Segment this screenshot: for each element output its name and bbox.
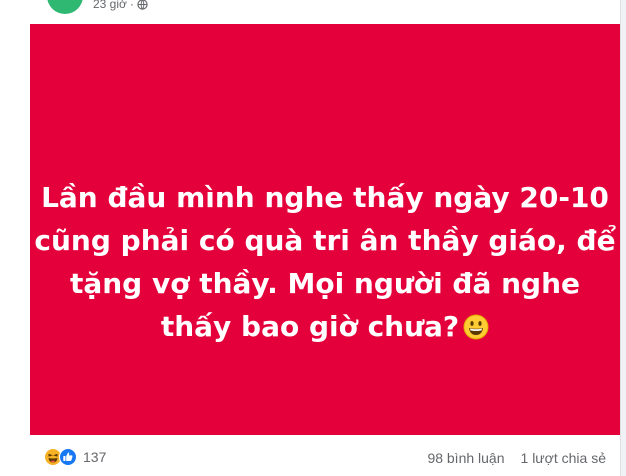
post-text-line: tặng vợ thầy. Mọi người đã nghe xyxy=(69,267,581,300)
post-meta: 23 giờ · xyxy=(93,0,148,11)
comment-count-link[interactable]: 98 bình luận xyxy=(427,450,504,466)
post-card: 23 giờ · Lần đầu mình nghe thấy ngày 20-… xyxy=(0,0,621,476)
share-count-link[interactable]: 1 lượt chia sẻ xyxy=(521,450,606,466)
post-footer: 137 98 bình luận 1 lượt chia sẻ xyxy=(0,438,620,476)
post-stats: 98 bình luận 1 lượt chia sẻ xyxy=(427,450,606,466)
post-text-line: Lần đầu mình nghe thấy ngày 20-10 xyxy=(41,181,609,214)
post-text-line: thấy bao giờ chưa? xyxy=(160,310,460,343)
post-text-line-last: thấy bao giờ chưa? xyxy=(30,305,620,348)
reaction-summary[interactable]: 137 xyxy=(44,448,106,466)
globe-icon[interactable] xyxy=(137,0,148,10)
like-icon xyxy=(59,448,77,466)
post-text-background[interactable]: Lần đầu mình nghe thấy ngày 20-10 cũng p… xyxy=(30,24,620,435)
post-text-line: cũng phải có quà tri ân thầy giáo, để xyxy=(34,224,616,257)
meta-separator: · xyxy=(129,0,134,11)
post-timestamp[interactable]: 23 giờ xyxy=(93,0,127,11)
post-text: Lần đầu mình nghe thấy ngày 20-10 cũng p… xyxy=(30,176,620,348)
post-header: 23 giờ · xyxy=(0,0,620,26)
grinning-face-icon xyxy=(463,314,489,340)
reaction-count[interactable]: 137 xyxy=(83,449,106,465)
avatar[interactable] xyxy=(47,0,83,14)
